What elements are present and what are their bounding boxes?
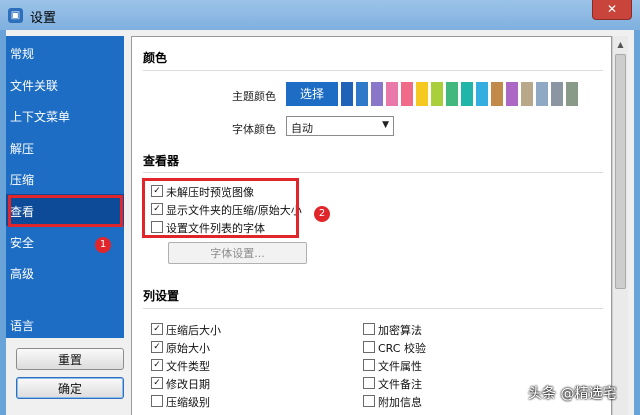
sidebar-item-compress[interactable]: 压缩 (10, 171, 34, 188)
column-left-checkbox-label: 压缩级别 (166, 396, 210, 409)
section-title-colors: 颜色 (143, 51, 168, 65)
column-right-checkbox-label: 文件属性 (378, 360, 422, 373)
watermark-text: 头条 @精选宅 (528, 386, 617, 402)
column-left-checkbox[interactable] (151, 395, 163, 407)
sidebar-item-context-menu[interactable]: 上下文菜单 (10, 108, 70, 125)
column-left-checkbox-label: 压缩后大小 (166, 324, 221, 337)
column-right-checkbox[interactable] (363, 377, 375, 389)
color-swatch[interactable] (386, 82, 398, 106)
annotation-box-view (8, 195, 123, 227)
column-left-checkbox-label: 文件类型 (166, 360, 210, 373)
choose-color-button[interactable]: 选择 (286, 82, 338, 106)
color-swatch[interactable] (401, 82, 413, 106)
sidebar-item-language[interactable]: 语言 (10, 317, 34, 334)
column-right-checkbox-label: 附加信息 (378, 396, 422, 409)
font-settings-button[interactable]: 字体设置... (168, 242, 307, 264)
ok-button[interactable]: 确定 (16, 377, 124, 399)
color-swatch[interactable] (521, 82, 533, 106)
vertical-scrollbar[interactable]: ▲ (612, 36, 628, 415)
column-right-checkbox-label: 加密算法 (378, 324, 422, 337)
sidebar-item-file-association[interactable]: 文件关联 (10, 77, 58, 94)
column-left-checkbox[interactable]: ✓ (151, 341, 163, 353)
color-swatch[interactable] (536, 82, 548, 106)
font-color-select[interactable]: 自动 ▼ (286, 116, 394, 136)
reset-button[interactable]: 重置 (16, 348, 124, 370)
annotation-badge-2: 2 (314, 206, 330, 222)
section-divider-columns (143, 308, 603, 309)
color-swatch[interactable] (341, 82, 353, 106)
sidebar-item-security[interactable]: 安全 (10, 234, 34, 251)
column-right-checkbox-label: CRC 校验 (378, 342, 426, 355)
column-left-checkbox-label: 修改日期 (166, 378, 210, 391)
color-swatch[interactable] (446, 82, 458, 106)
title-bar: ▣ 设置 ✕ (0, 0, 640, 30)
column-left-checkbox[interactable]: ✓ (151, 323, 163, 335)
section-title-columns: 列设置 (143, 289, 180, 303)
font-color-label: 字体颜色 (232, 123, 276, 136)
column-right-checkbox[interactable] (363, 341, 375, 353)
scroll-up-icon[interactable]: ▲ (613, 38, 628, 52)
scroll-thumb[interactable] (615, 54, 626, 289)
color-swatch[interactable] (416, 82, 428, 106)
column-left-checkbox[interactable]: ✓ (151, 359, 163, 371)
app-icon: ▣ (8, 8, 23, 23)
color-swatch[interactable] (371, 82, 383, 106)
color-swatch[interactable] (506, 82, 518, 106)
color-swatch[interactable] (461, 82, 473, 106)
sidebar-item-general[interactable]: 常规 (10, 45, 34, 62)
settings-window: ▣ 设置 ✕ 常规 文件关联 上下文菜单 解压 压缩 查看 安全 高级 语言 1… (0, 0, 640, 415)
column-left-checkbox[interactable]: ✓ (151, 377, 163, 389)
section-divider-viewer (143, 172, 603, 173)
color-swatch[interactable] (551, 82, 563, 106)
close-button[interactable]: ✕ (592, 0, 632, 20)
column-left-checkbox-label: 原始大小 (166, 342, 210, 355)
color-swatch[interactable] (491, 82, 503, 106)
chevron-down-icon: ▼ (382, 120, 389, 130)
column-right-checkbox-label: 文件备注 (378, 378, 422, 391)
color-swatch[interactable] (356, 82, 368, 106)
sidebar-item-extract[interactable]: 解压 (10, 140, 34, 157)
color-swatch[interactable] (566, 82, 578, 106)
column-right-checkbox[interactable] (363, 323, 375, 335)
color-swatch[interactable] (431, 82, 443, 106)
sidebar-item-advanced[interactable]: 高级 (10, 265, 34, 282)
section-title-viewer: 查看器 (143, 154, 180, 168)
column-right-checkbox[interactable] (363, 395, 375, 407)
column-right-checkbox[interactable] (363, 359, 375, 371)
theme-color-label: 主题颜色 (232, 90, 276, 103)
annotation-box-viewer (142, 178, 299, 238)
annotation-badge-1: 1 (95, 237, 111, 253)
color-swatch[interactable] (476, 82, 488, 106)
section-divider-colors (143, 70, 603, 71)
window-title: 设置 (30, 11, 57, 26)
font-color-value: 自动 (291, 122, 313, 135)
